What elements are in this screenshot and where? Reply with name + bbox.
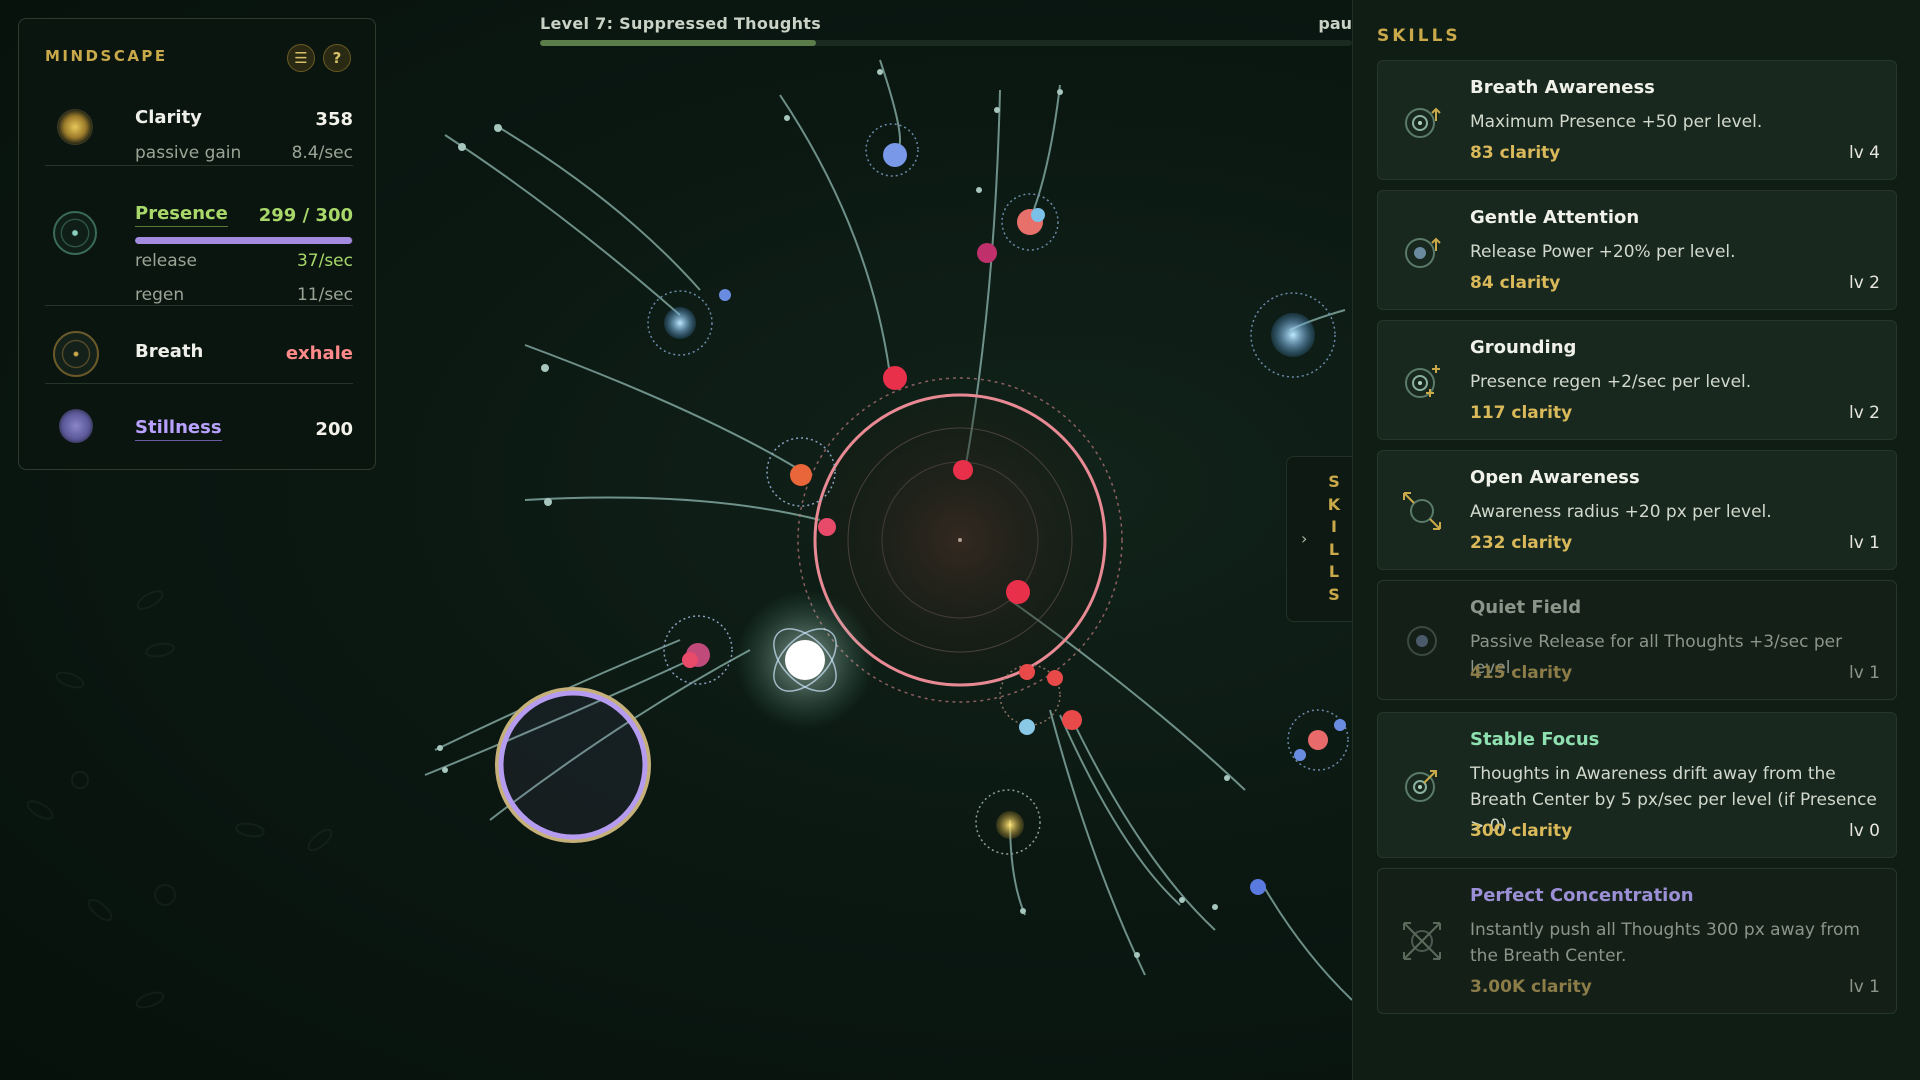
presence-bar: [135, 237, 353, 244]
perfect-concentration-icon: [1403, 922, 1441, 960]
skill-level: lv 2: [1848, 403, 1880, 423]
passive-gain-value: 8.4/sec: [291, 143, 353, 163]
stillness-row: Stillness 200: [45, 391, 353, 461]
level-title: Level 7: Suppressed Thoughts: [540, 14, 822, 33]
stillness-icon: [59, 409, 93, 443]
divider: [45, 165, 353, 166]
help-button[interactable]: ?: [323, 44, 351, 72]
thought-orb-yellow[interactable]: [975, 789, 1041, 855]
skill-name: Gentle Attention: [1470, 207, 1640, 228]
skills-panel: SKILLS Breath Awareness Maximum Presence…: [1352, 0, 1920, 1080]
skill-name: Open Awareness: [1470, 467, 1640, 488]
skill-name: Breath Awareness: [1470, 77, 1655, 98]
stillness-label: Stillness: [135, 417, 222, 441]
focus-orb[interactable]: [735, 590, 875, 730]
menu-icon: ☰: [294, 49, 308, 67]
thought-orb-blue-2[interactable]: [865, 123, 919, 177]
skill-card-gentle-attention[interactable]: Gentle Attention Release Power +20% per …: [1377, 190, 1897, 310]
skill-description: Awareness radius +20 px per level.: [1470, 502, 1772, 522]
breath-label: Breath: [135, 341, 204, 362]
clarity-row: Clarity 358 passive gain 8.4/sec: [45, 91, 353, 171]
pause-button[interactable]: pau: [1318, 14, 1352, 33]
presence-icon: [53, 211, 97, 255]
skill-level: lv 1: [1848, 977, 1880, 997]
release-value: 37/sec: [296, 251, 353, 271]
skill-card-grounding[interactable]: Grounding Presence regen +2/sec per leve…: [1377, 320, 1897, 440]
skill-card-breath-awareness[interactable]: Breath Awareness Maximum Presence +50 pe…: [1377, 60, 1897, 180]
skill-cost: 84 clarity: [1470, 273, 1561, 293]
skills-title: SKILLS: [1377, 26, 1461, 46]
mindscape-title: MINDSCAPE: [45, 47, 168, 65]
presence-bar-fill: [135, 237, 353, 244]
stable-focus-icon: [1405, 770, 1437, 802]
thought-orb-mixed[interactable]: [1001, 193, 1059, 251]
background-leaves: [26, 590, 333, 1009]
level-progress-fill: [540, 40, 817, 46]
skills-tab[interactable]: › SKILLS: [1286, 456, 1352, 622]
thought-orb-blue-3[interactable]: [1250, 292, 1336, 378]
thought-orb-red-1[interactable]: [766, 437, 836, 507]
level-progress: Level 7: Suppressed Thoughts pau: [540, 12, 1352, 52]
skill-cost: 300 clarity: [1470, 821, 1573, 841]
menu-button[interactable]: ☰: [287, 44, 315, 72]
skill-description: Maximum Presence +50 per level.: [1470, 112, 1763, 132]
skill-cost: 83 clarity: [1470, 143, 1561, 163]
clarity-label: Clarity: [135, 107, 202, 128]
thought-orb-pink[interactable]: [663, 615, 733, 685]
skill-level: lv 2: [1848, 273, 1880, 293]
regen-label: regen: [135, 285, 185, 305]
presence-label: Presence: [135, 203, 228, 227]
skill-level: lv 4: [1848, 143, 1880, 163]
chevron-right-icon: ›: [1301, 529, 1308, 548]
breath-awareness-icon: [1405, 107, 1441, 138]
level-progress-track: [540, 40, 1352, 46]
open-awareness-icon: [1403, 492, 1441, 530]
skill-cost: 3.00K clarity: [1470, 977, 1592, 997]
skill-card-quiet-field[interactable]: Quiet Field Passive Release for all Thou…: [1377, 580, 1897, 700]
skill-level: lv 0: [1848, 821, 1880, 841]
help-icon: ?: [332, 49, 342, 67]
breath-icon: [53, 331, 99, 377]
skill-card-open-awareness[interactable]: Open Awareness Awareness radius +20 px p…: [1377, 450, 1897, 570]
presence-value: 299 / 300: [258, 205, 353, 226]
regen-value: 11/sec: [296, 285, 353, 305]
skill-card-perfect-concentration[interactable]: Perfect Concentration Instantly push all…: [1377, 868, 1897, 1014]
breath-row: Breath exhale: [45, 315, 353, 385]
skill-name: Perfect Concentration: [1470, 885, 1694, 906]
skills-tab-label: SKILLS: [1327, 472, 1341, 604]
clarity-value: 358: [315, 109, 353, 130]
mindscape-panel: MINDSCAPE ☰ ? Clarity 358 passive gain 8…: [18, 18, 376, 470]
skill-description: Presence regen +2/sec per level.: [1470, 372, 1752, 392]
gentle-attention-icon: [1405, 237, 1441, 268]
skill-level: lv 1: [1848, 533, 1880, 553]
thought-small-blue[interactable]: [1250, 879, 1266, 895]
skill-card-stable-focus[interactable]: Stable Focus Thoughts in Awareness drift…: [1377, 712, 1897, 858]
divider: [45, 383, 353, 384]
skill-name: Grounding: [1470, 337, 1577, 358]
skill-description: Release Power +20% per level.: [1470, 242, 1736, 262]
skill-level: lv 1: [1848, 663, 1880, 683]
awareness-ring[interactable]: [495, 687, 651, 843]
skill-description: Instantly push all Thoughts 300 px away …: [1470, 920, 1860, 966]
skill-cost: 117 clarity: [1470, 403, 1573, 423]
skill-name: Quiet Field: [1470, 597, 1582, 618]
presence-row: Presence 299 / 300 release 37/sec regen …: [45, 175, 353, 315]
breath-state: exhale: [285, 343, 353, 364]
thought-orb-blue-4[interactable]: [1287, 709, 1349, 771]
clarity-icon: [57, 109, 93, 145]
skill-cost: 415 clarity: [1470, 663, 1573, 683]
stillness-value: 200: [315, 419, 353, 440]
release-label: release: [135, 251, 197, 271]
divider: [45, 305, 353, 306]
passive-gain-label: passive gain: [135, 143, 242, 163]
quiet-field-icon: [1407, 626, 1437, 656]
grounding-icon: [1405, 365, 1440, 398]
skill-cost: 232 clarity: [1470, 533, 1573, 553]
skill-name: Stable Focus: [1470, 729, 1600, 750]
